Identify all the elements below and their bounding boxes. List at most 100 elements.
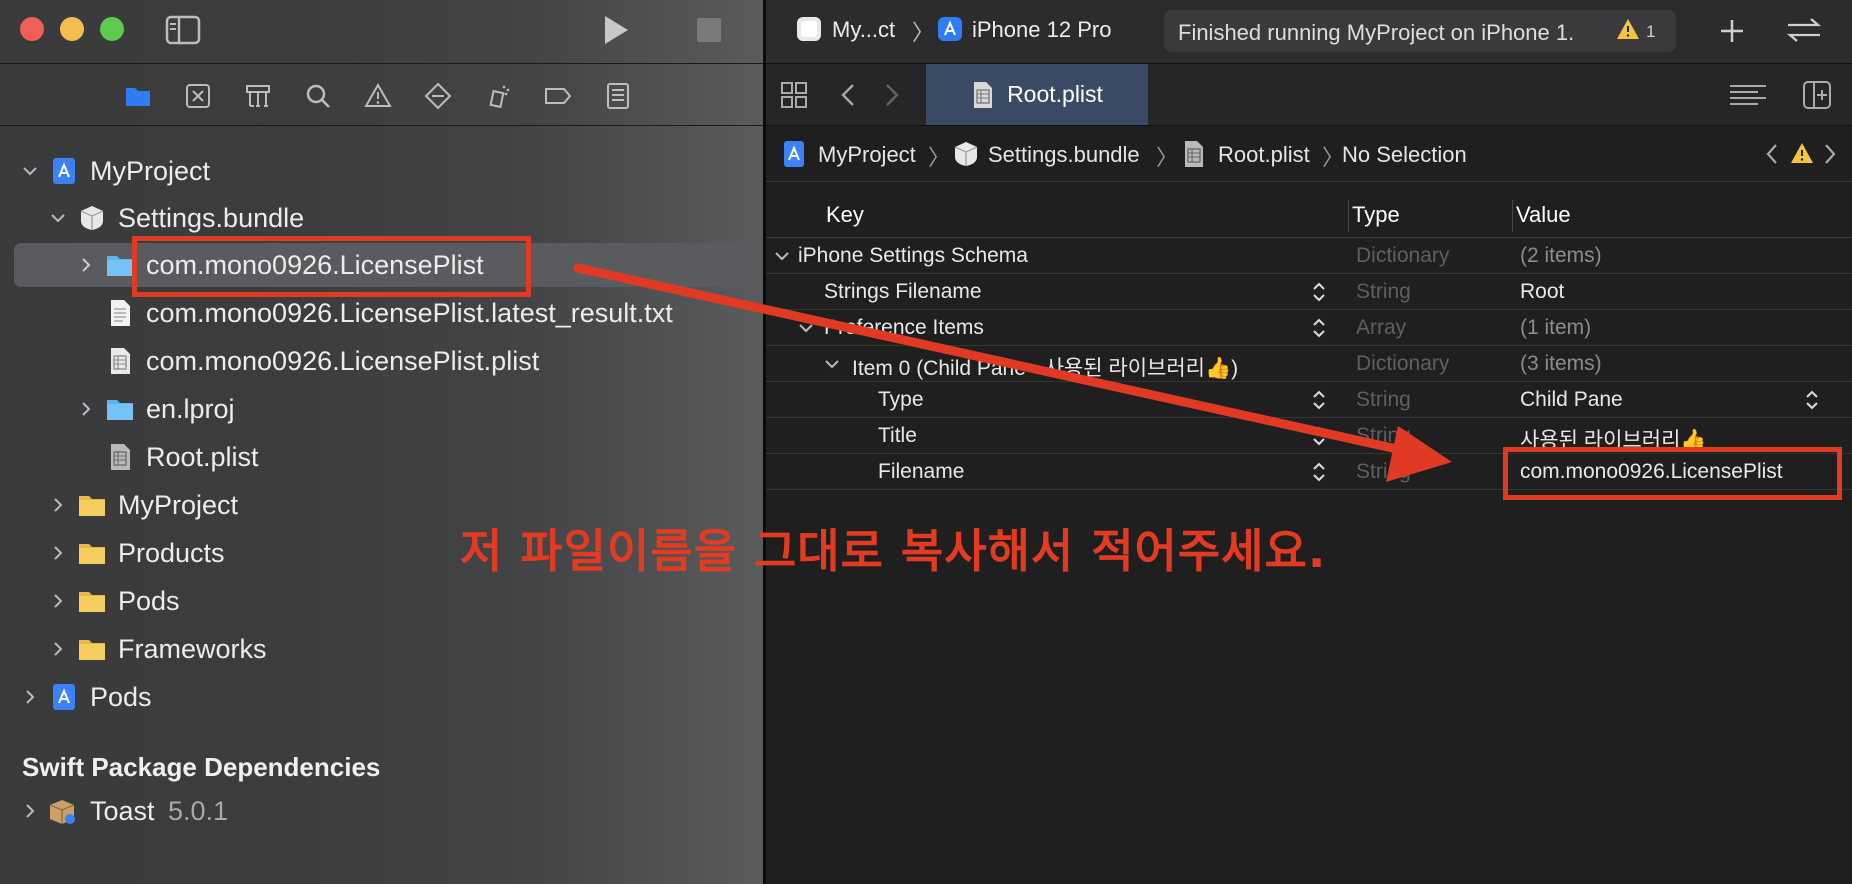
folder-icon bbox=[107, 256, 133, 276]
add-icon[interactable] bbox=[1718, 17, 1746, 45]
tree-item-pods-folder[interactable]: Pods bbox=[0, 579, 763, 623]
report-navigator-icon[interactable] bbox=[602, 80, 634, 112]
spm-package-item[interactable]: Toast 5.0.1 bbox=[0, 789, 763, 833]
sidebar-toggle-icon[interactable] bbox=[165, 14, 201, 46]
tree-item-root-plist[interactable]: Root.plist bbox=[0, 435, 763, 479]
type-stepper-icon[interactable] bbox=[1311, 388, 1327, 412]
tree-item-latest-result-txt[interactable]: com.mono0926.LicensePlist.latest_result.… bbox=[0, 291, 763, 335]
plist-row[interactable]: Type String Child Pane bbox=[766, 382, 1852, 418]
chevron-right-icon[interactable] bbox=[48, 639, 68, 659]
back-chevron-icon[interactable] bbox=[838, 82, 858, 108]
highlight-box-value bbox=[1503, 447, 1842, 500]
chevron-right-icon[interactable] bbox=[48, 495, 68, 515]
zoom-window-button[interactable] bbox=[100, 17, 124, 41]
plist-row[interactable]: Strings Filename String Root bbox=[766, 274, 1852, 310]
bundle-icon bbox=[80, 206, 104, 230]
column-header-value[interactable]: Value bbox=[1516, 202, 1571, 228]
chevron-right-icon[interactable] bbox=[20, 801, 40, 821]
tree-item-label: Settings.bundle bbox=[118, 202, 305, 233]
type-stepper-icon[interactable] bbox=[1311, 280, 1327, 304]
related-items-icon[interactable] bbox=[780, 81, 808, 109]
tree-item-licenseplist-plist[interactable]: com.mono0926.LicensePlist.plist bbox=[0, 339, 763, 383]
chevron-down-icon[interactable] bbox=[824, 356, 840, 372]
plist-row[interactable]: Item 0 (Child Pane - 사용된 라이브러리👍) Diction… bbox=[766, 346, 1852, 382]
chevron-right-icon[interactable] bbox=[48, 591, 68, 611]
warning-icon[interactable] bbox=[1790, 142, 1814, 164]
tree-item-frameworks[interactable]: Frameworks bbox=[0, 627, 763, 671]
type-stepper-icon[interactable] bbox=[1311, 460, 1327, 484]
tree-item-label: Pods bbox=[118, 585, 180, 616]
chevron-right-icon[interactable] bbox=[20, 687, 40, 707]
plist-file-icon bbox=[974, 81, 993, 108]
project-icon bbox=[784, 141, 804, 167]
tree-item-en-lproj[interactable]: en.lproj bbox=[0, 387, 763, 431]
run-icon[interactable] bbox=[602, 13, 630, 47]
add-editor-icon[interactable] bbox=[1802, 80, 1832, 110]
plist-type: String bbox=[1356, 424, 1411, 447]
column-header-type[interactable]: Type bbox=[1352, 202, 1400, 228]
plist-row[interactable]: Preference Items Array (1 item) bbox=[766, 310, 1852, 346]
chevron-down-icon[interactable] bbox=[20, 161, 40, 181]
tree-item-label: Products bbox=[118, 537, 225, 568]
plist-row[interactable]: iPhone Settings Schema Dictionary (2 ite… bbox=[766, 238, 1852, 274]
symbol-navigator-icon[interactable] bbox=[242, 80, 274, 112]
chevron-right-icon[interactable] bbox=[76, 399, 96, 419]
breadcrumb-item[interactable]: Root.plist bbox=[1218, 142, 1310, 168]
chevron-down-icon[interactable] bbox=[774, 248, 790, 264]
breadcrumb-item[interactable]: No Selection bbox=[1342, 142, 1467, 168]
value-popup-stepper-icon[interactable] bbox=[1804, 388, 1820, 412]
plist-key: Strings Filename bbox=[824, 280, 982, 303]
device-name[interactable]: iPhone 12 Pro bbox=[972, 17, 1111, 43]
chevron-down-icon[interactable] bbox=[798, 320, 814, 336]
breadcrumb-item[interactable]: MyProject bbox=[818, 142, 916, 168]
tree-item-label: Pods bbox=[90, 681, 152, 712]
test-navigator-icon[interactable] bbox=[422, 80, 454, 112]
tab-label: Root.plist bbox=[1007, 81, 1103, 107]
stop-icon[interactable] bbox=[696, 17, 722, 43]
activity-status-text: Finished running MyProject on iPhone 1. bbox=[1178, 20, 1575, 45]
column-header-key[interactable]: Key bbox=[826, 202, 864, 228]
chevron-down-icon[interactable] bbox=[48, 208, 68, 228]
editor-options-icon[interactable] bbox=[1728, 82, 1768, 108]
tree-item-settings-bundle[interactable]: Settings.bundle bbox=[0, 196, 763, 240]
chevron-right-icon[interactable] bbox=[76, 255, 96, 275]
forward-chevron-icon[interactable] bbox=[882, 82, 902, 108]
plist-value[interactable]: Root bbox=[1520, 280, 1564, 304]
bundle-icon bbox=[954, 142, 978, 166]
editor-pane: My...ct 〉 iPhone 12 Pro Finished running… bbox=[766, 0, 1852, 884]
activity-status-bar[interactable]: Finished running MyProject on iPhone 1. … bbox=[1164, 10, 1676, 52]
tree-item-pods-project[interactable]: Pods bbox=[0, 675, 763, 719]
tab-root-plist[interactable]: Root.plist bbox=[926, 64, 1148, 125]
plist-value: (3 items) bbox=[1520, 352, 1602, 375]
chevron-right-icon[interactable] bbox=[48, 543, 68, 563]
swap-arrows-icon[interactable] bbox=[1784, 15, 1824, 45]
debug-navigator-icon[interactable] bbox=[482, 80, 514, 112]
warning-navigator-icon[interactable] bbox=[362, 80, 394, 112]
previous-issue-chevron-icon[interactable] bbox=[1764, 142, 1780, 166]
project-icon bbox=[53, 158, 75, 184]
breadcrumb-chevron-icon: 〉 bbox=[1322, 145, 1345, 170]
tree-item-label: Frameworks bbox=[118, 633, 267, 664]
source-control-icon[interactable] bbox=[182, 80, 214, 112]
plist-value[interactable]: Child Pane bbox=[1520, 388, 1623, 412]
type-stepper-icon[interactable] bbox=[1311, 316, 1327, 340]
column-separator[interactable] bbox=[1512, 200, 1513, 232]
warning-count: 1 bbox=[1646, 22, 1656, 41]
type-stepper-icon[interactable] bbox=[1311, 424, 1327, 448]
tree-item-myproject[interactable]: MyProject bbox=[0, 149, 763, 193]
search-icon[interactable] bbox=[302, 80, 334, 112]
plist-file-icon bbox=[111, 444, 130, 470]
close-window-button[interactable] bbox=[20, 17, 44, 41]
folder-icon bbox=[107, 400, 133, 420]
plist-key: Type bbox=[878, 388, 924, 411]
breakpoint-navigator-icon[interactable] bbox=[542, 80, 574, 112]
plist-value: (1 item) bbox=[1520, 316, 1592, 339]
breadcrumb-item[interactable]: Settings.bundle bbox=[988, 142, 1140, 168]
column-separator[interactable] bbox=[1348, 200, 1349, 232]
folder-icon[interactable] bbox=[122, 80, 154, 112]
next-issue-chevron-icon[interactable] bbox=[1822, 142, 1838, 166]
plist-type: String bbox=[1356, 280, 1411, 303]
scheme-name[interactable]: My...ct bbox=[832, 17, 895, 43]
minimize-window-button[interactable] bbox=[60, 17, 84, 41]
folder-icon bbox=[79, 592, 105, 612]
